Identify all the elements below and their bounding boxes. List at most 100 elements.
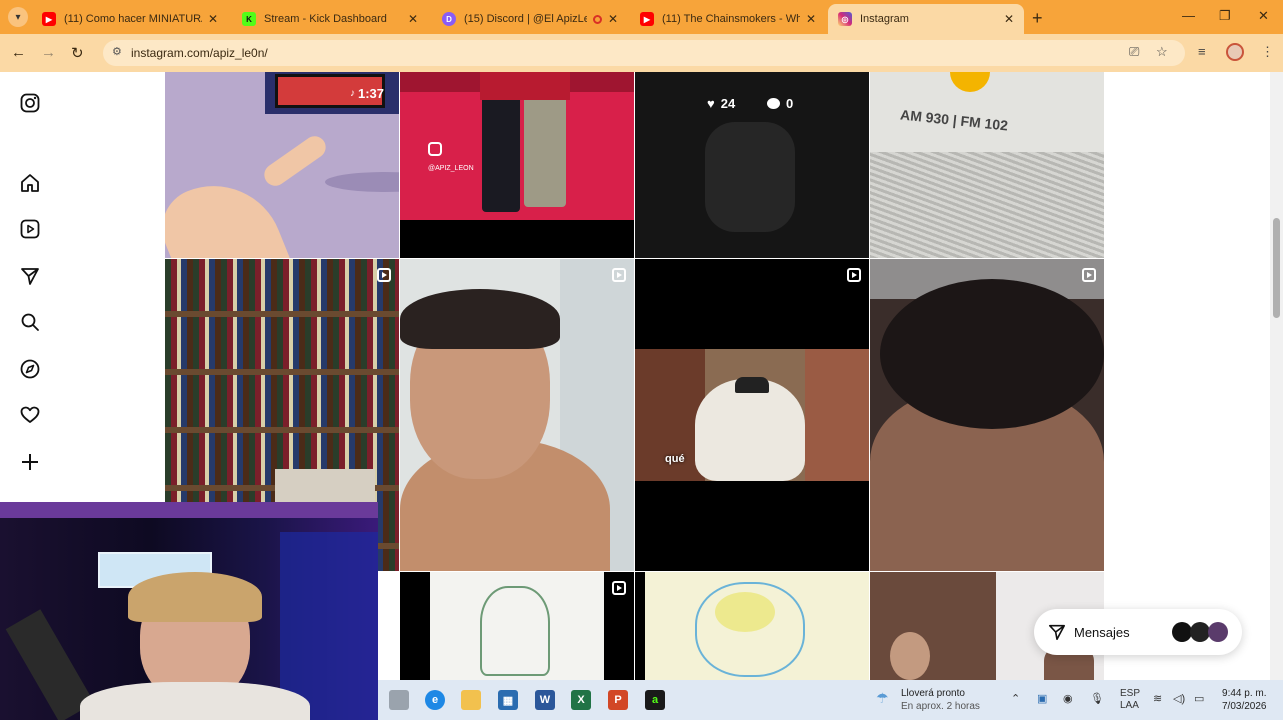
chevron-up-icon[interactable]: ⌃ <box>1011 692 1020 705</box>
tray-app-icon[interactable]: ▣ <box>1037 692 1047 705</box>
reel-icon <box>612 581 626 595</box>
direct-icon[interactable] <box>19 265 41 287</box>
scrollbar-thumb[interactable] <box>1273 218 1280 318</box>
heart-filled-icon: ♥ <box>707 96 715 111</box>
tab-youtube-miniaturas[interactable]: ▶ (11) Como hacer MINIATURAS ✕ <box>32 4 228 34</box>
back-icon[interactable]: ← <box>11 44 26 61</box>
new-tab-button[interactable]: + <box>1032 8 1043 29</box>
task-view-icon[interactable] <box>389 690 409 710</box>
kick-icon: K <box>242 12 256 26</box>
file-explorer-icon[interactable] <box>461 690 481 710</box>
home-icon[interactable] <box>19 172 41 194</box>
avatar <box>1190 622 1210 642</box>
close-tab-icon[interactable]: ✕ <box>208 12 218 26</box>
install-app-icon[interactable]: ⎚ <box>1129 44 1139 60</box>
close-tab-icon[interactable]: ✕ <box>608 12 618 26</box>
tray-app-icon[interactable]: ◉ <box>1063 692 1073 705</box>
bookmark-star-icon[interactable]: ☆ <box>1156 44 1168 60</box>
direct-icon <box>1048 624 1066 641</box>
restore-icon[interactable]: ❐ <box>1219 8 1231 24</box>
video-caption: qué <box>665 453 685 465</box>
yeti-cap <box>735 377 769 393</box>
clock[interactable]: 9:44 p. m. 7/03/2026 <box>1222 687 1267 713</box>
tab-title: (15) Discord | @El ApizLeon <box>464 13 587 25</box>
page-scrollbar[interactable] <box>1270 72 1283 680</box>
comments-count: 0 <box>767 96 793 111</box>
likes-label: 24 <box>720 96 736 111</box>
powerpoint-icon[interactable]: P <box>608 690 628 710</box>
post-tile-dark[interactable]: ♥ 24 0 <box>635 72 869 258</box>
post-tile-sketch-2[interactable] <box>635 572 869 680</box>
reel-icon <box>1082 268 1096 282</box>
post-tile-dance[interactable]: @APIZ_LEON <box>400 72 634 258</box>
tab-kick-dashboard[interactable]: K Stream - Kick Dashboard ✕ <box>232 4 428 34</box>
sketch-figure <box>480 586 550 676</box>
tab-title: (11) The Chainsmokers - Who D <box>662 13 800 25</box>
close-tab-icon[interactable]: ✕ <box>408 12 418 26</box>
tab-youtube-chainsmokers[interactable]: ▶ (11) The Chainsmokers - Who D ✕ <box>630 4 826 34</box>
tab-title: Instagram <box>860 13 909 25</box>
tab-discord[interactable]: D (15) Discord | @El ApizLeon ✕ <box>432 4 628 34</box>
messages-label: Mensajes <box>1074 624 1130 640</box>
close-window-icon[interactable]: ✕ <box>1258 8 1269 24</box>
youtube-icon: ▶ <box>42 12 56 26</box>
post-tile-selfie[interactable] <box>400 259 634 571</box>
tile-graphic <box>705 122 795 232</box>
tab-title: Stream - Kick Dashboard <box>264 13 387 25</box>
weather-widget[interactable]: Lloverá pronto En aprox. 2 horas <box>901 687 980 713</box>
comment-filled-icon <box>767 98 780 109</box>
post-tile-sketch-1[interactable] <box>400 572 634 680</box>
person-face <box>890 632 930 680</box>
media-controls-icon[interactable]: ≡ <box>1198 44 1206 59</box>
instagram-logo-icon[interactable] <box>19 92 41 114</box>
create-icon[interactable] <box>19 451 41 473</box>
menu-kebab-icon[interactable]: ⋮ <box>1261 44 1274 60</box>
tab-search-button[interactable]: ▾ <box>8 7 28 27</box>
excel-icon[interactable]: X <box>571 690 591 710</box>
weather-subtitle: En aprox. 2 horas <box>901 701 980 712</box>
youtube-icon: ▶ <box>640 12 654 26</box>
discord-icon: D <box>442 12 456 26</box>
forward-icon[interactable]: → <box>41 44 56 61</box>
microphone-icon[interactable]: 🎙 <box>1090 692 1104 705</box>
reload-icon[interactable]: ↻ <box>71 44 84 62</box>
word-icon[interactable]: W <box>535 690 555 710</box>
messages-button[interactable]: Mensajes <box>1034 609 1242 655</box>
store-icon[interactable]: ▦ <box>498 690 518 710</box>
weather-title: Lloverá pronto <box>901 688 965 699</box>
battery-icon[interactable]: ▭ <box>1194 692 1204 705</box>
instagram-watermark-icon <box>428 142 442 156</box>
led-strip <box>0 502 378 518</box>
webcam-overlay <box>0 502 378 720</box>
app-icon[interactable]: a <box>645 690 665 710</box>
heart-icon[interactable] <box>19 404 41 426</box>
streamer-hair <box>128 572 262 622</box>
edge-icon[interactable]: e <box>425 690 445 710</box>
close-tab-icon[interactable]: ✕ <box>806 12 816 26</box>
post-tile-cartoon[interactable]: ♪ 1:37 <box>165 72 399 258</box>
close-tab-icon[interactable]: ✕ <box>1004 12 1014 26</box>
post-tile-yeti[interactable]: qué <box>635 259 869 571</box>
reel-icon <box>378 581 392 595</box>
profile-avatar[interactable] <box>1226 43 1244 61</box>
watermark-handle: @APIZ_LEON <box>428 165 474 172</box>
wifi-icon[interactable]: ≋ <box>1153 692 1162 705</box>
sketch-highlight <box>715 592 775 632</box>
url-text[interactable]: instagram.com/apiz_le0n/ <box>131 46 268 60</box>
tab-instagram[interactable]: ◎ Instagram ✕ <box>828 4 1024 34</box>
search-icon[interactable] <box>19 311 41 333</box>
site-info-icon[interactable]: ⚙ <box>112 45 122 58</box>
reels-icon[interactable] <box>19 218 41 240</box>
hair <box>880 279 1104 429</box>
person-hair <box>400 289 560 349</box>
tile-graphic <box>480 72 570 100</box>
language-indicator[interactable]: ESP LAA <box>1120 688 1140 712</box>
volume-icon[interactable]: ◁) <box>1173 692 1185 705</box>
minimize-icon[interactable]: — <box>1182 8 1195 23</box>
cartoon-finger <box>260 131 330 191</box>
reel-icon <box>847 268 861 282</box>
language-line-1: ESP <box>1120 688 1141 699</box>
post-tile-closeup[interactable] <box>870 259 1104 571</box>
explore-icon[interactable] <box>19 358 41 380</box>
post-tile-radio[interactable]: AM 930 | FM 102 <box>870 72 1104 258</box>
